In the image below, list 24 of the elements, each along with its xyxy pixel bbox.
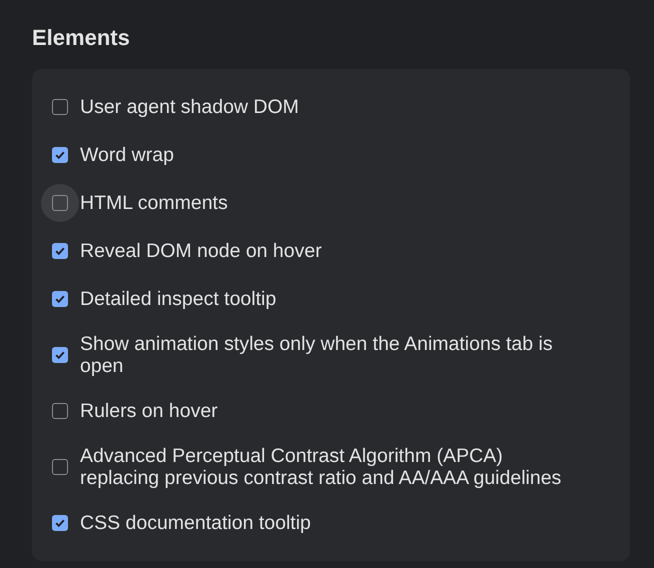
checkmark-icon <box>54 245 66 257</box>
section-title: Elements <box>32 26 131 50</box>
checkbox[interactable] <box>52 291 68 307</box>
option-label: Detailed inspect tooltip <box>80 288 276 310</box>
checkbox[interactable] <box>52 515 68 531</box>
checkbox[interactable] <box>52 459 68 475</box>
checkmark-icon <box>54 517 66 529</box>
option-label: Rulers on hover <box>80 400 218 422</box>
option-label: Reveal DOM node on hover <box>80 240 322 262</box>
option-label: Advanced Perceptual Contrast Algorithm (APCA) replacing previous contrast ratio and AA/AAA guidelines <box>80 445 562 489</box>
option-label: Show animation styles only when the Animations tab is open <box>80 333 554 377</box>
checkbox[interactable] <box>52 347 68 363</box>
option-label: HTML comments <box>80 192 228 214</box>
checkbox[interactable] <box>52 99 68 115</box>
option-label: Word wrap <box>80 144 174 166</box>
option-label: CSS documentation tooltip <box>80 512 311 534</box>
checkmark-icon <box>54 349 66 361</box>
checkbox[interactable] <box>52 243 68 259</box>
checkbox[interactable] <box>52 403 68 419</box>
checkbox[interactable] <box>52 195 68 211</box>
option-label: User agent shadow DOM <box>80 96 299 118</box>
checkmark-icon <box>54 293 66 305</box>
checkbox[interactable] <box>52 147 68 163</box>
checkmark-icon <box>54 149 66 161</box>
